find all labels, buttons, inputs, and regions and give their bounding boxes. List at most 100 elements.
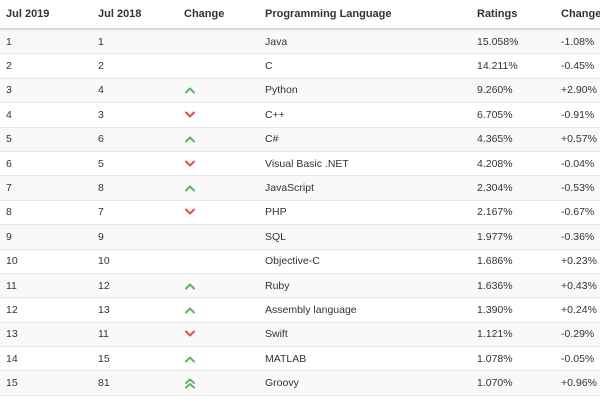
rating-value: 4.208% [477,151,561,177]
language-name: C++ [265,102,477,128]
rank-current: 9 [0,224,98,250]
rating-value: 14.211% [477,53,561,79]
rating-change: -1.08% [561,29,600,55]
chevron-down-icon [185,160,195,167]
rating-change: +0.23% [561,249,600,274]
double-chevron-up-icon [185,378,195,389]
table-row: 15 81 Groovy 1.070% +0.96% [0,370,600,396]
rank-previous: 11 [98,322,184,348]
rank-previous: 10 [98,249,184,274]
rank-change [184,249,265,274]
language-name: Swift [265,322,477,348]
chevron-up-icon [185,356,195,363]
rank-previous: 1 [98,29,184,55]
header-row: Jul 2019 Jul 2018 Change Programming Lan… [0,0,600,30]
rank-current: 5 [0,127,98,152]
rank-current: 12 [0,297,98,323]
table-row: 10 10 Objective-C 1.686% +0.23% [0,249,600,274]
rank-change [184,370,265,396]
table-row: 4 3 C++ 6.705% -0.91% [0,102,600,128]
rank-current: 7 [0,175,98,201]
rank-change [184,200,265,226]
rank-change [184,53,265,79]
rank-change [184,322,265,348]
language-name: Objective-C [265,249,477,274]
rating-change: +2.90% [561,78,600,104]
rating-change: -0.04% [561,151,600,177]
rating-change: -0.91% [561,102,600,128]
rating-change: +0.43% [561,273,600,299]
table-row: 8 7 PHP 2.167% -0.67% [0,200,600,226]
header-ratings[interactable]: Ratings [477,0,561,30]
rank-change [184,78,265,104]
table-row: 2 2 C 14.211% -0.45% [0,53,600,79]
rank-change [184,29,265,55]
rank-current: 8 [0,200,98,226]
rank-change [184,273,265,299]
rating-value: 9.260% [477,78,561,104]
language-name: Java [265,29,477,55]
rating-change: -0.67% [561,200,600,226]
chevron-up-icon [185,307,195,314]
rank-change [184,224,265,250]
rank-previous: 2 [98,53,184,79]
table-header: Jul 2019 Jul 2018 Change Programming Lan… [0,0,600,30]
rating-value: 2.167% [477,200,561,226]
language-name: Groovy [265,370,477,396]
rank-previous: 15 [98,346,184,372]
table-row: 7 8 JavaScript 2.304% -0.53% [0,175,600,201]
rank-previous: 8 [98,175,184,201]
rating-change: -0.05% [561,346,600,372]
rank-previous: 81 [98,370,184,396]
header-change-rank[interactable]: Change [184,0,265,30]
rank-previous: 9 [98,224,184,250]
chevron-up-icon [185,185,195,192]
rank-current: 2 [0,53,98,79]
header-jul-2018[interactable]: Jul 2018 [98,0,184,30]
rank-previous: 5 [98,151,184,177]
rating-change: -0.53% [561,175,600,201]
table-row: 9 9 SQL 1.977% -0.36% [0,224,600,250]
header-language[interactable]: Programming Language [265,0,477,30]
chevron-down-icon [185,330,195,337]
chevron-down-icon [185,111,195,118]
rank-current: 1 [0,29,98,55]
header-change-rating[interactable]: Change [561,0,600,30]
rank-current: 4 [0,102,98,128]
chevron-down-icon [185,208,195,215]
chevron-up-icon [185,283,195,290]
rank-previous: 7 [98,200,184,226]
chevron-up-icon [185,87,195,94]
rating-change: +0.96% [561,370,600,396]
rank-previous: 12 [98,273,184,299]
rating-value: 1.121% [477,322,561,348]
rank-current: 11 [0,273,98,299]
language-name: C [265,53,477,79]
rating-change: -0.36% [561,224,600,250]
language-name: MATLAB [265,346,477,372]
rank-current: 15 [0,370,98,396]
table-row: 3 4 Python 9.260% +2.90% [0,78,600,104]
rating-value: 1.078% [477,346,561,372]
language-name: C# [265,127,477,152]
language-name: Ruby [265,273,477,299]
rank-change [184,346,265,372]
rank-current: 13 [0,322,98,348]
chevron-up-icon [185,136,195,143]
rating-value: 1.686% [477,249,561,274]
ranking-table: Jul 2019 Jul 2018 Change Programming Lan… [0,0,600,396]
rating-value: 6.705% [477,102,561,128]
rank-current: 10 [0,249,98,274]
rating-value: 1.390% [477,297,561,323]
header-jul-2019[interactable]: Jul 2019 [0,0,98,30]
rating-change: -0.45% [561,53,600,79]
rating-value: 1.977% [477,224,561,250]
rating-value: 15.058% [477,29,561,55]
table-row: 6 5 Visual Basic .NET 4.208% -0.04% [0,151,600,177]
rank-change [184,102,265,128]
rank-current: 14 [0,346,98,372]
rating-value: 1.070% [477,370,561,396]
rank-change [184,297,265,323]
table-body: 1 1 Java 15.058% -1.08% 2 2 C 14.211% -0.45% 3 4 Pyt… [0,29,600,396]
language-name: Visual Basic .NET [265,151,477,177]
